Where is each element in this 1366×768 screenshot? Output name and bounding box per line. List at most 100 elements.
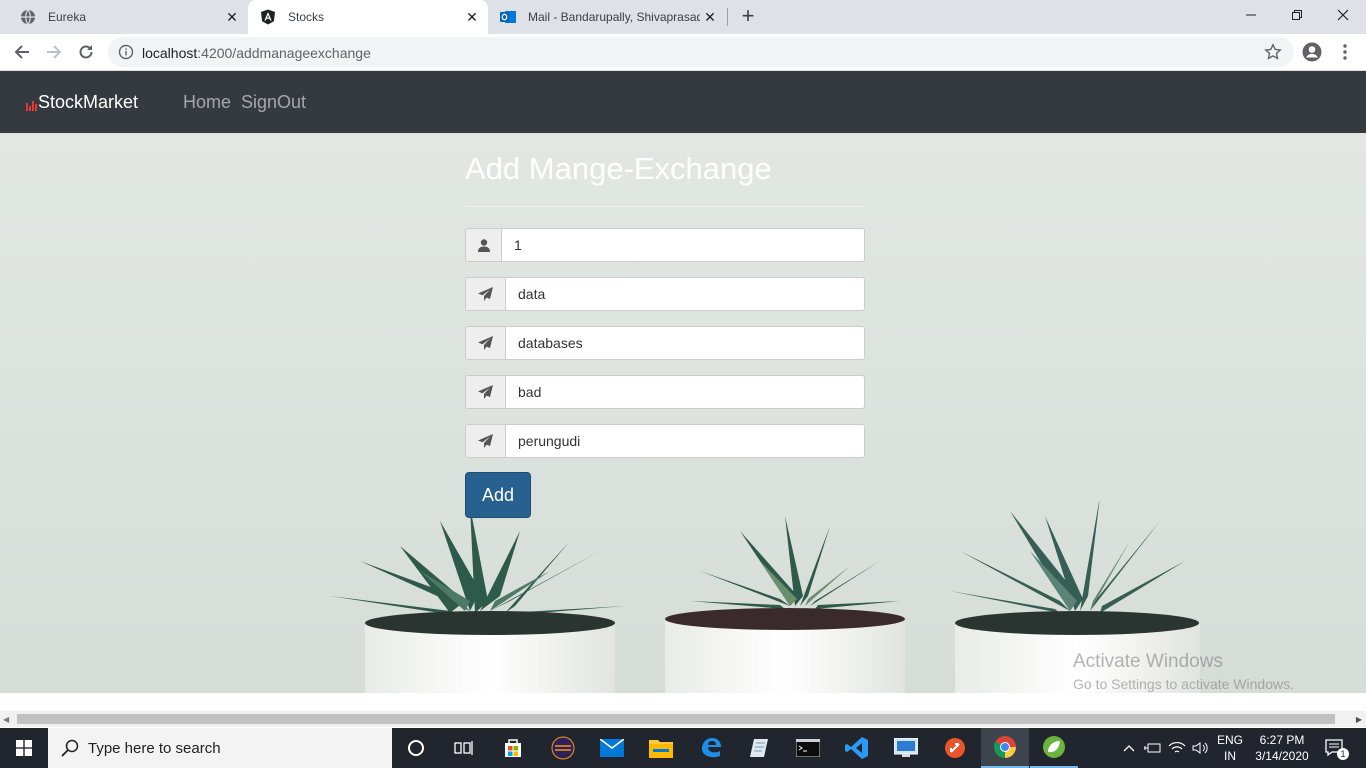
close-window-button[interactable]: [1320, 0, 1366, 30]
action-center-button[interactable]: 1: [1320, 728, 1350, 768]
windows-logo-icon: [16, 740, 32, 756]
paper-plane-icon: [465, 326, 505, 360]
activate-windows-title: Activate Windows: [1073, 651, 1223, 672]
start-button[interactable]: [0, 728, 48, 768]
terminal-icon: [796, 739, 820, 757]
title-divider: [465, 206, 865, 207]
close-icon[interactable]: ✕: [702, 9, 718, 25]
page-viewport: StockMarket Home SignOut Add Mange-Excha…: [0, 71, 1366, 693]
edge-app-button[interactable]: [687, 728, 735, 768]
page-title: Add Mange-Exchange: [465, 151, 772, 186]
remarks-input[interactable]: [505, 375, 865, 409]
eclipse-app-button[interactable]: [539, 728, 587, 768]
battery-plug-icon: [1144, 743, 1161, 753]
spring-leaf-icon: [1043, 736, 1065, 758]
back-button[interactable]: [10, 40, 34, 64]
edge-icon: [702, 738, 721, 758]
show-hidden-icons-button[interactable]: [1118, 728, 1140, 768]
language-indicator[interactable]: ENG IN: [1215, 728, 1245, 768]
app-navbar: StockMarket Home SignOut: [0, 71, 1366, 133]
url-text: localhost:4200/addmanageexchange: [142, 45, 371, 61]
address-bar[interactable]: localhost:4200/addmanageexchange: [108, 37, 1294, 67]
task-view-button[interactable]: [440, 728, 488, 768]
remarks-field-group: [465, 375, 865, 409]
address-input[interactable]: [505, 424, 865, 458]
cortana-circle-icon: [408, 740, 424, 756]
search-placeholder: Type here to search: [88, 739, 221, 757]
cortana-button[interactable]: [392, 728, 440, 768]
arrow-right-icon: [47, 45, 62, 59]
tab-mail[interactable]: Mail - Bandarupally, Shivaprasad ✕: [488, 0, 726, 34]
chrome-icon: [994, 736, 1016, 758]
file-explorer-button[interactable]: [637, 728, 685, 768]
scroll-left-icon[interactable]: ◀: [3, 715, 9, 724]
vscode-icon: [845, 737, 868, 759]
store-app-button[interactable]: [489, 728, 537, 768]
notes-app-button[interactable]: [735, 728, 783, 768]
new-tab-button[interactable]: +: [736, 5, 760, 29]
id-field-group: [465, 228, 865, 262]
chevron-up-icon: [1123, 745, 1135, 752]
tab-title: Stocks: [288, 10, 325, 24]
tab-title: Eureka: [48, 10, 87, 24]
remote-desktop-icon: [894, 738, 918, 757]
network-button[interactable]: [1165, 728, 1189, 768]
scroll-right-icon[interactable]: ▶: [1356, 715, 1362, 724]
taskbar-search-box[interactable]: Type here to search: [48, 728, 392, 768]
nav-link-signout[interactable]: SignOut: [241, 92, 306, 113]
outlook-icon: [500, 11, 516, 23]
more-vertical-icon: [1343, 44, 1347, 60]
notification-count-badge: 1: [1337, 748, 1349, 760]
notes-icon: [750, 739, 768, 757]
reload-button[interactable]: [74, 40, 98, 64]
forward-button[interactable]: [42, 40, 66, 64]
terminal-app-button[interactable]: [784, 728, 832, 768]
clock-time: 6:27 PM: [1259, 733, 1305, 747]
url-path: :4200/addmanageexchange: [197, 45, 371, 61]
globe-icon: [21, 9, 35, 25]
nav-link-home[interactable]: Home: [183, 92, 231, 113]
minimize-icon: [1246, 14, 1256, 16]
scrollbar-thumb[interactable]: [17, 714, 1335, 724]
clock-date: 3/14/2020: [1255, 749, 1309, 763]
mail-app-button[interactable]: [588, 728, 636, 768]
description-input[interactable]: [505, 326, 865, 360]
tab-eureka[interactable]: Eureka ✕: [8, 0, 248, 34]
horizontal-scrollbar[interactable]: ◀ ▶: [0, 711, 1366, 727]
browser-tab-strip: Eureka ✕ Stocks ✕ Mail - Bandarupally, S…: [0, 0, 1366, 34]
add-button[interactable]: Add: [465, 472, 531, 518]
clock[interactable]: 6:27 PM 3/14/2020: [1248, 728, 1316, 768]
name-input[interactable]: [505, 277, 865, 311]
minimize-button[interactable]: [1228, 0, 1274, 30]
chrome-app-button[interactable]: [981, 728, 1029, 768]
git-app-button[interactable]: [931, 728, 979, 768]
bar-chart-icon: [26, 100, 37, 111]
folder-icon: [649, 740, 673, 758]
bookmark-star-icon[interactable]: [1264, 43, 1282, 61]
browser-toolbar: localhost:4200/addmanageexchange: [0, 34, 1366, 71]
account-circle-icon: [1302, 42, 1322, 62]
brand-link[interactable]: StockMarket: [26, 92, 138, 113]
search-icon: [61, 739, 79, 757]
tab-stocks[interactable]: Stocks ✕: [248, 0, 488, 34]
arrow-left-icon: [14, 45, 29, 59]
restore-button[interactable]: [1274, 0, 1320, 30]
info-icon[interactable]: [118, 44, 134, 60]
close-icon[interactable]: ✕: [464, 9, 480, 25]
battery-button[interactable]: [1141, 728, 1163, 768]
remote-desktop-button[interactable]: [882, 728, 930, 768]
volume-button[interactable]: [1189, 728, 1213, 768]
region-code: IN: [1224, 749, 1236, 763]
address-field-group: [465, 424, 865, 458]
paper-plane-icon: [465, 277, 505, 311]
vscode-app-button[interactable]: [833, 728, 881, 768]
name-field-group: [465, 277, 865, 311]
menu-button[interactable]: [1333, 40, 1357, 64]
wifi-icon: [1168, 742, 1186, 753]
close-icon[interactable]: ✕: [224, 9, 240, 25]
description-field-group: [465, 326, 865, 360]
id-input[interactable]: [501, 228, 865, 262]
profile-button[interactable]: [1300, 40, 1324, 64]
windows-taskbar: Type here to search ENG IN 6:27 PM 3/14/…: [0, 728, 1366, 768]
spring-app-button[interactable]: [1030, 728, 1078, 768]
